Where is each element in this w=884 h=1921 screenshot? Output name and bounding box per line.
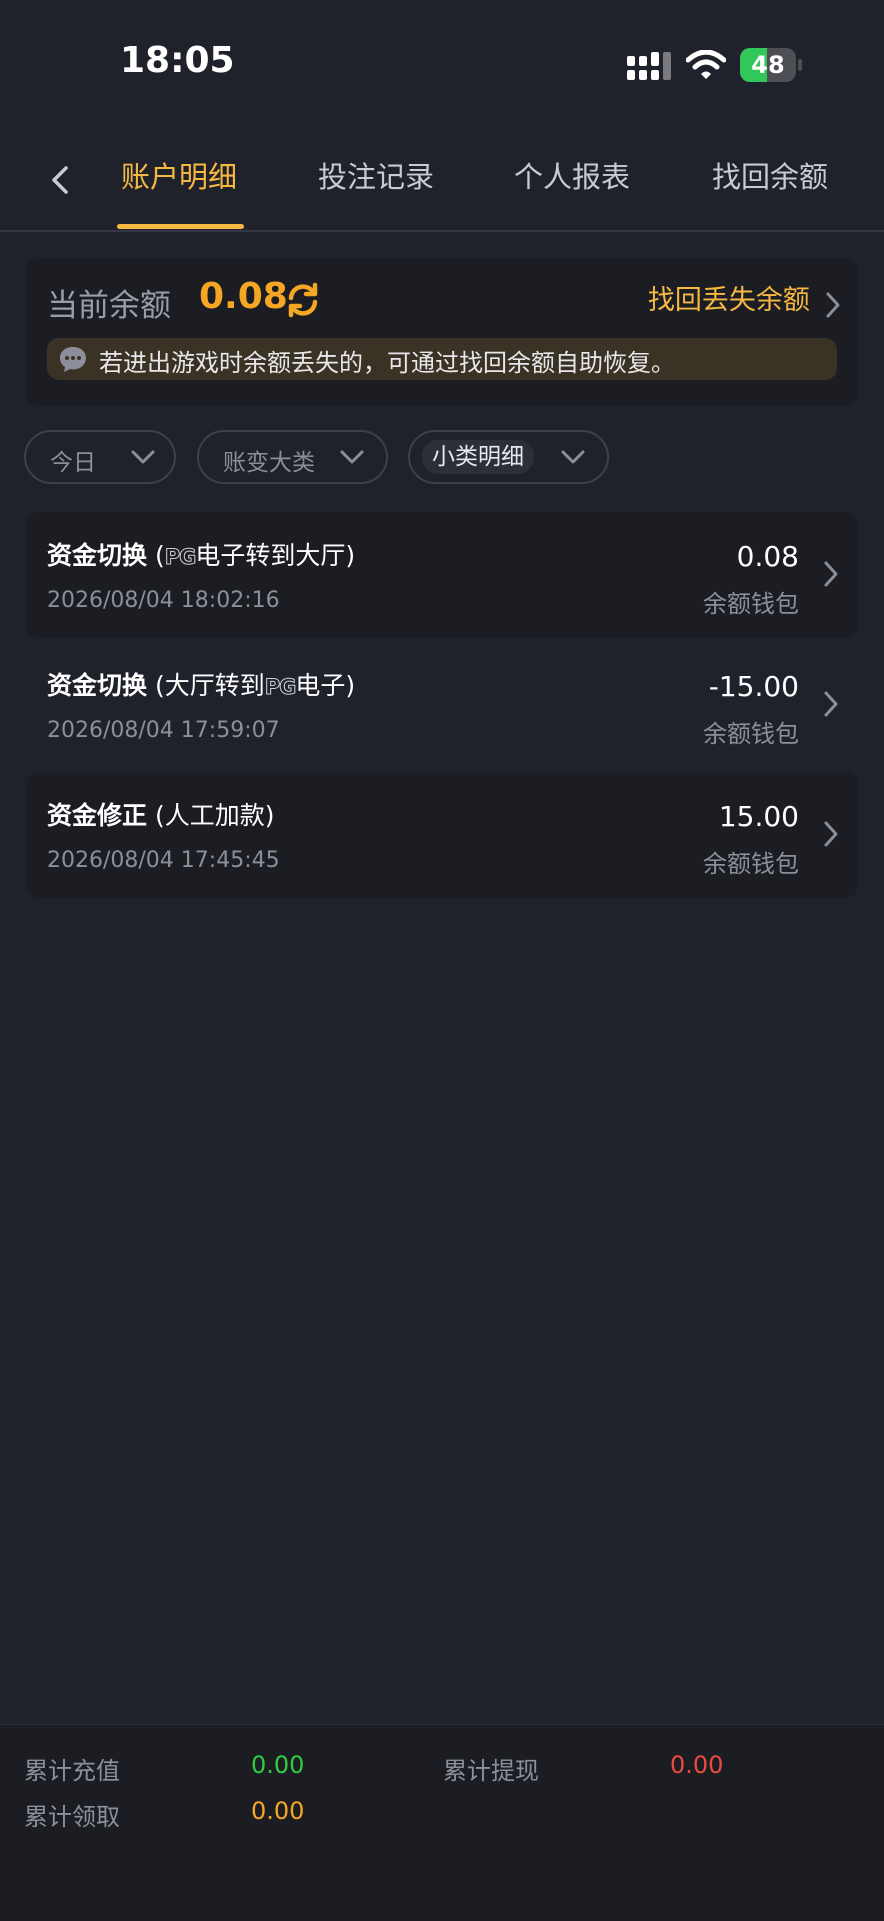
summary-footer: 累计充值 0.00 累计提现 0.00 累计领取 0.00 (0, 1724, 884, 1921)
record-detail-prefix: (人工加款) (147, 801, 275, 830)
tab-bet-records[interactable]: 投注记录 (318, 154, 434, 196)
record-title: 资金修正 (人工加款) (47, 796, 274, 832)
notice-text: 若进出游戏时余额丢失的，可通过找回余额自助恢复。 (99, 349, 675, 377)
chevron-down-icon (561, 450, 585, 464)
record-type: 资金切换 (47, 541, 148, 570)
back-chevron-icon[interactable] (40, 158, 80, 202)
claim-label: 累计领取 (24, 1803, 120, 1831)
record-amount: 0.08 (736, 540, 799, 573)
filter-subcategory[interactable]: 小类明细 (408, 430, 609, 484)
chevron-right-icon (826, 292, 840, 317)
record-time: 2026/08/04 17:59:07 (47, 718, 280, 743)
top-nav: 账户明细 投注记录 个人报表 找回余额 (0, 130, 884, 232)
notice-banner: 若进出游戏时余额丢失的，可通过找回余额自助恢复。 (47, 338, 837, 380)
chevron-right-icon (824, 821, 838, 847)
battery-icon: 48 (740, 48, 802, 82)
recharge-value: 0.00 (251, 1751, 305, 1779)
chevron-down-icon (131, 450, 155, 464)
record-title: 资金切换 (大厅转到PG电子) (47, 666, 355, 702)
balance-card: 当前余额 0.08 找回丢失余额 若进出游戏时余额丢失的，可通过找回余额自助恢复… (25, 258, 859, 406)
record-time: 2026/08/04 17:45:45 (47, 848, 280, 873)
record-detail-suffix: 电子) (295, 671, 356, 700)
record-detail-prefix: (大厅转到 (147, 671, 265, 700)
signal-icon (627, 52, 671, 80)
battery-level: 48 (751, 51, 785, 79)
record-wallet: 余额钱包 (703, 590, 799, 618)
chevron-right-icon (824, 561, 838, 587)
status-bar: 18:05 48 (0, 0, 884, 120)
filter-date-label: 今日 (50, 450, 96, 476)
pg-logo: PG (264, 675, 297, 700)
record-title: 资金切换 (PG电子转到大厅) (47, 536, 355, 572)
balance-value: 0.08 (199, 276, 288, 317)
filter-date[interactable]: 今日 (24, 430, 176, 484)
filter-category-label: 账变大类 (223, 450, 315, 476)
recharge-label: 累计充值 (24, 1757, 120, 1785)
pg-logo: PG (164, 545, 197, 570)
record-type: 资金切换 (47, 671, 148, 700)
chevron-right-icon (824, 691, 838, 717)
record-detail-suffix: 电子转到大厅) (195, 541, 356, 570)
withdraw-label: 累计提现 (443, 1757, 539, 1785)
refresh-icon[interactable] (285, 282, 321, 318)
record-wallet: 余额钱包 (703, 850, 799, 878)
tab-recover-balance[interactable]: 找回余额 (712, 154, 828, 196)
filter-subcategory-label: 小类明细 (422, 440, 534, 474)
wifi-icon (686, 50, 726, 79)
tab-account-details[interactable]: 账户明细 (121, 154, 237, 196)
recover-link-label: 找回丢失余额 (647, 285, 810, 316)
record-detail-prefix: ( (147, 541, 165, 570)
record-row[interactable]: 资金切换 (大厅转到PG电子) 2026/08/04 17:59:07 -15.… (25, 642, 859, 768)
record-type: 资金修正 (47, 801, 148, 830)
record-row[interactable]: 资金修正 (人工加款) 2026/08/04 17:45:45 15.00 余额… (25, 772, 859, 898)
tab-personal-report[interactable]: 个人报表 (514, 154, 630, 196)
record-row[interactable]: 资金切换 (PG电子转到大厅) 2026/08/04 18:02:16 0.08… (25, 512, 859, 638)
chevron-down-icon (340, 450, 364, 464)
record-amount: -15.00 (708, 670, 799, 703)
filter-category[interactable]: 账变大类 (197, 430, 388, 484)
record-wallet: 余额钱包 (703, 720, 799, 748)
balance-label: 当前余额 (47, 288, 171, 324)
withdraw-value: 0.00 (670, 1751, 724, 1779)
active-tab-indicator (117, 224, 244, 229)
recover-lost-balance-link[interactable]: 找回丢失余额 (648, 278, 841, 322)
status-time: 18:05 (120, 40, 235, 81)
record-amount: 15.00 (718, 800, 799, 833)
claim-value: 0.00 (251, 1797, 305, 1825)
record-time: 2026/08/04 18:02:16 (47, 588, 280, 613)
chat-bubble-icon (60, 347, 86, 372)
